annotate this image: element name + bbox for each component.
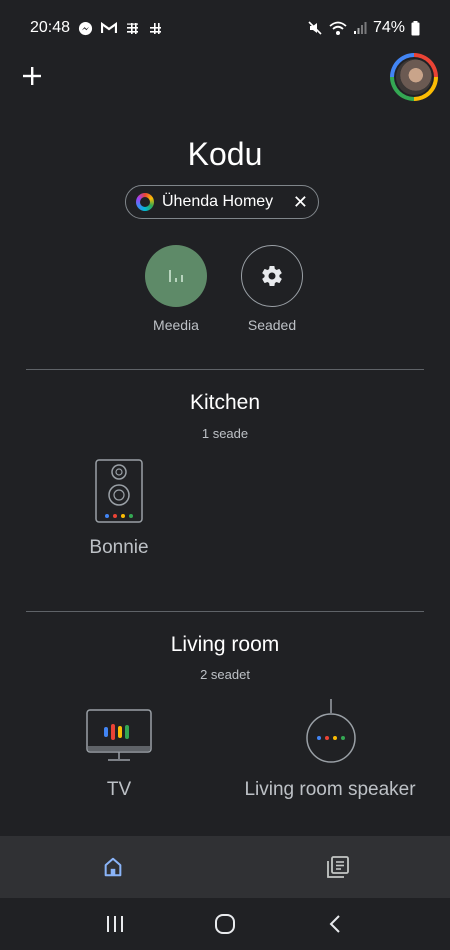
room-title-living-room: Living room [170, 633, 280, 656]
device-label-tv[interactable]: TV [44, 779, 194, 801]
plus-icon [23, 67, 41, 85]
back-button[interactable] [315, 904, 355, 944]
status-bar: 20:48 74% [0, 0, 450, 56]
speaker-icon[interactable] [95, 459, 143, 528]
clock: 20:48 [30, 19, 71, 36]
home-icon [104, 857, 121, 877]
status-right: 74% [307, 19, 420, 37]
status-left: 20:48 [30, 19, 163, 37]
smart-speaker-icon[interactable] [305, 699, 357, 770]
nav-feed[interactable] [225, 836, 450, 898]
tv-icon[interactable] [86, 709, 152, 770]
wifi-icon [329, 21, 347, 36]
home-circle-icon [215, 914, 235, 934]
settings-label: Seaded [247, 317, 297, 333]
recents-button[interactable] [95, 904, 135, 944]
bottom-nav [0, 836, 450, 898]
divider [26, 369, 424, 370]
system-nav [0, 898, 450, 950]
room-count-kitchen: 1 seade [201, 426, 249, 441]
back-icon [329, 915, 340, 933]
device-label-living-room-speaker[interactable]: Living room speaker [230, 779, 430, 801]
media-bars-icon [169, 270, 183, 282]
divider [26, 611, 424, 612]
signal-icon [353, 21, 367, 35]
battery-icon [411, 20, 420, 36]
add-button[interactable] [18, 62, 46, 90]
recents-icon [107, 916, 123, 932]
home-system-button[interactable] [205, 904, 245, 944]
settings-button[interactable] [241, 245, 303, 307]
gear-icon [262, 266, 282, 287]
close-icon[interactable]: ✕ [293, 192, 308, 213]
gmail-icon [101, 22, 118, 34]
room-count-living-room: 2 seadet [200, 667, 250, 682]
device-label-bonnie[interactable]: Bonnie [44, 537, 194, 559]
page-title: Kodu [187, 136, 263, 172]
account-avatar[interactable] [390, 53, 438, 101]
nav-home[interactable] [0, 836, 225, 898]
battery-percent: 74% [372, 19, 405, 36]
grid-icon [148, 21, 163, 36]
chip-label: Ühenda Homey [162, 193, 274, 210]
mute-icon [307, 20, 323, 36]
connect-homey-chip[interactable]: Ühenda Homey ✕ [125, 185, 319, 219]
room-title-kitchen: Kitchen [189, 391, 261, 414]
avatar-photo [396, 59, 432, 95]
media-label: Meedia [153, 317, 199, 333]
homey-logo-icon [136, 193, 154, 211]
messenger-icon [78, 21, 93, 36]
grid-icon [125, 21, 140, 36]
feed-icon [326, 856, 349, 878]
media-button[interactable] [145, 245, 207, 307]
avatar-ring [394, 57, 434, 97]
